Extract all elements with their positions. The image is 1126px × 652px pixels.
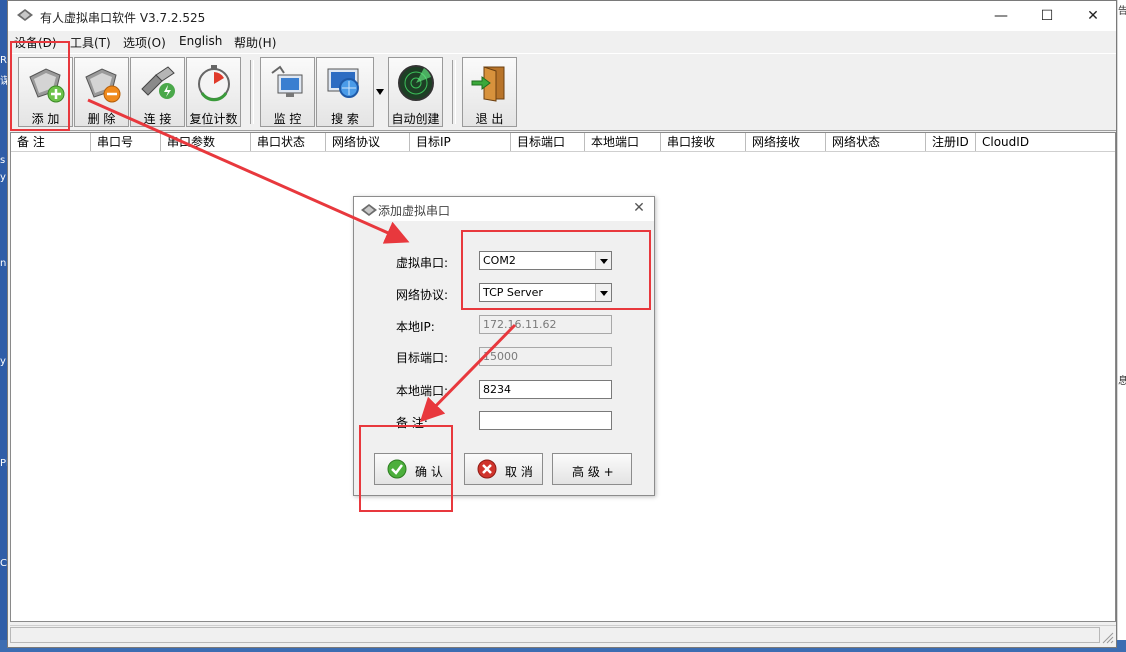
menu-options[interactable]: 选项(O) bbox=[123, 34, 166, 51]
note-field[interactable] bbox=[479, 411, 612, 430]
local-ip-field[interactable]: 172.16.11.62 bbox=[479, 315, 612, 334]
local-port-field[interactable]: 8234 bbox=[479, 380, 612, 399]
desktop-fragment: 息 bbox=[1118, 376, 1126, 387]
reset-count-button-label: 复位计数 bbox=[189, 112, 238, 126]
target-port-field[interactable]: 15000 bbox=[479, 347, 612, 366]
auto-create-button[interactable]: 自动创建 bbox=[388, 57, 443, 127]
column-header[interactable]: CloudID bbox=[976, 133, 1115, 151]
reset-count-button[interactable]: 复位计数 bbox=[186, 57, 241, 127]
column-header[interactable]: 本地端口 bbox=[585, 133, 661, 151]
window-title: 有人虚拟串口软件 V3.7.2.525 bbox=[40, 11, 206, 25]
search-button[interactable]: 搜 索 bbox=[316, 57, 374, 127]
delete-port-icon bbox=[85, 68, 121, 103]
column-header[interactable]: 网络协议 bbox=[326, 133, 410, 151]
radar-icon bbox=[398, 65, 434, 101]
column-header[interactable]: 目标IP bbox=[410, 133, 511, 151]
monitor-button[interactable]: 监 控 bbox=[260, 57, 315, 127]
exit-button[interactable]: 退 出 bbox=[462, 57, 517, 127]
cancel-icon bbox=[477, 459, 497, 479]
list-header: 备 注 串口号 串口参数 串口状态 网络协议 目标IP 目标端口 本地端口 串口… bbox=[11, 133, 1115, 152]
title-bar[interactable]: 有人虚拟串口软件 V3.7.2.525 — ☐ ✕ bbox=[8, 1, 1116, 31]
exit-door-icon bbox=[471, 66, 505, 102]
column-header[interactable]: 网络接收 bbox=[746, 133, 826, 151]
toolbar-separator bbox=[452, 60, 456, 124]
app-icon bbox=[17, 9, 33, 21]
target-port-label: 目标端口: bbox=[396, 351, 449, 365]
desktop-fragment: 告 bbox=[1118, 6, 1126, 17]
connect-button-label: 连 接 bbox=[143, 112, 172, 126]
delete-button-label: 删 除 bbox=[87, 112, 116, 126]
dialog-close-button[interactable]: ✕ bbox=[630, 200, 648, 218]
minimize-button[interactable]: — bbox=[978, 1, 1024, 31]
cancel-button-label: 取 消 bbox=[505, 465, 533, 479]
annotation-box-confirm bbox=[359, 425, 453, 512]
column-header[interactable]: 串口接收 bbox=[661, 133, 746, 151]
advanced-button-label: 高 级 + bbox=[572, 465, 614, 479]
maximize-button[interactable]: ☐ bbox=[1024, 1, 1070, 31]
exit-button-label: 退 出 bbox=[475, 112, 504, 126]
resize-grip-icon[interactable] bbox=[1100, 630, 1114, 644]
dialog-title: 添加虚拟串口 bbox=[378, 204, 451, 218]
search-network-icon bbox=[327, 68, 359, 98]
delete-button[interactable]: 删 除 bbox=[74, 57, 129, 127]
virtual-port-label: 虚拟串口: bbox=[396, 256, 449, 270]
column-header[interactable]: 网络状态 bbox=[826, 133, 926, 151]
column-header[interactable]: 串口号 bbox=[91, 133, 161, 151]
connect-icon bbox=[141, 66, 175, 99]
menu-help[interactable]: 帮助(H) bbox=[234, 34, 276, 51]
desktop-right-strip: 告 息 bbox=[1117, 0, 1126, 652]
monitor-icon bbox=[271, 65, 303, 97]
column-header[interactable]: 目标端口 bbox=[511, 133, 585, 151]
app-icon bbox=[361, 204, 377, 216]
local-ip-label: 本地IP: bbox=[396, 320, 435, 334]
menu-bar: 设备(D) 工具(T) 选项(O) English 帮助(H) bbox=[8, 32, 1116, 51]
column-header[interactable]: 串口参数 bbox=[161, 133, 251, 151]
search-button-label: 搜 索 bbox=[331, 112, 359, 126]
toolbar-separator bbox=[250, 60, 254, 124]
column-header[interactable]: 串口状态 bbox=[251, 133, 326, 151]
protocol-label: 网络协议: bbox=[396, 288, 449, 302]
search-dropdown-icon[interactable] bbox=[375, 88, 385, 96]
annotation-box-add bbox=[10, 41, 70, 131]
cancel-button[interactable]: 取 消 bbox=[464, 453, 543, 485]
connect-button[interactable]: 连 接 bbox=[130, 57, 185, 127]
column-header[interactable]: 备 注 bbox=[11, 133, 91, 151]
column-header[interactable]: 注册ID bbox=[926, 133, 976, 151]
auto-create-button-label: 自动创建 bbox=[391, 112, 440, 126]
monitor-button-label: 监 控 bbox=[273, 112, 302, 126]
close-button[interactable]: ✕ bbox=[1070, 1, 1116, 31]
menu-tools[interactable]: 工具(T) bbox=[70, 34, 111, 51]
status-panel bbox=[10, 627, 1100, 643]
menu-english[interactable]: English bbox=[179, 34, 222, 48]
status-bar bbox=[10, 625, 1116, 646]
annotation-box-fields bbox=[461, 230, 651, 310]
dialog-title-bar[interactable]: 添加虚拟串口 ✕ bbox=[354, 197, 654, 221]
advanced-button[interactable]: 高 级 + bbox=[552, 453, 632, 485]
reset-counter-icon bbox=[198, 65, 230, 102]
local-port-label: 本地端口: bbox=[396, 384, 449, 398]
toolbar: 添 加 删 除 连 接 复位计数 监 控 搜 索 自动创建 退 出 bbox=[10, 53, 1116, 131]
